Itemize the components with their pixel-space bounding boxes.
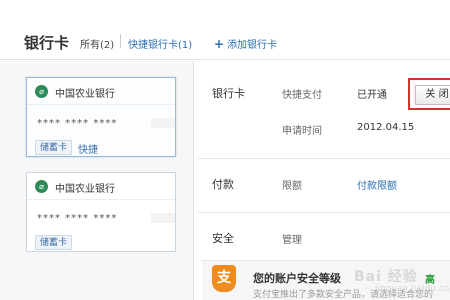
close-quickpay-button[interactable]: 关 闭: [415, 85, 450, 105]
card-type-badge: 储蓄卡: [35, 140, 73, 155]
card-number: **** **** ****: [37, 213, 118, 224]
close-quickpay-highlight: 关 闭: [408, 78, 450, 110]
page-title: 银行卡: [24, 34, 70, 52]
section-label-payment: 付款: [212, 178, 234, 191]
card-item-selected[interactable]: ⌀ 中国农业银行 **** **** **** 储蓄卡 快捷: [26, 77, 176, 157]
abc-bank-logo-icon: ⌀: [35, 85, 48, 98]
tab-all-cards[interactable]: 所有(2): [80, 36, 114, 51]
tab-divider: [120, 34, 121, 48]
security-level-title: 您的账户安全等级: [253, 272, 341, 285]
card-number-mask: [151, 213, 175, 223]
card-type-badge: 储蓄卡: [35, 235, 73, 250]
apply-time-label: 申请时间: [282, 126, 322, 137]
card-divider: [27, 199, 175, 200]
card-number: **** **** ****: [37, 118, 118, 129]
manage-label: 管理: [282, 235, 302, 246]
alipay-shield-icon: 支: [212, 265, 236, 292]
section-divider: [198, 212, 450, 213]
plus-icon: +: [214, 37, 225, 51]
card-item[interactable]: ⌀ 中国农业银行 **** **** **** 储蓄卡: [26, 172, 176, 252]
section-label-bankcard: 银行卡: [212, 87, 245, 100]
section-divider: [198, 158, 450, 159]
baidu-watermark-url: jingyan.baidu.com: [375, 284, 450, 294]
abc-bank-logo-icon: ⌀: [35, 180, 48, 193]
section-label-security: 安全: [212, 232, 234, 245]
card-bank-name: 中国农业银行: [55, 89, 115, 100]
card-number-mask: [151, 118, 175, 128]
add-card-link[interactable]: + 添加银行卡: [214, 36, 277, 51]
quickpay-label: 快捷支付: [282, 90, 322, 101]
quickpay-status: 已开通: [357, 90, 387, 101]
card-divider: [27, 104, 175, 105]
baidu-watermark: Bai 经验: [354, 269, 418, 285]
header-bar: 银行卡 所有(2) 快捷银行卡(1) + 添加银行卡: [0, 0, 450, 60]
payment-limit-link[interactable]: 付款限额: [357, 177, 397, 192]
apply-time-value: 2012.04.15: [357, 122, 415, 133]
card-quick-badge: 快捷: [78, 145, 98, 156]
card-bank-name: 中国农业银行: [55, 184, 115, 195]
tab-quick-cards[interactable]: 快捷银行卡(1): [128, 36, 192, 51]
limit-label: 限额: [282, 181, 302, 192]
add-card-label: 添加银行卡: [227, 40, 278, 51]
